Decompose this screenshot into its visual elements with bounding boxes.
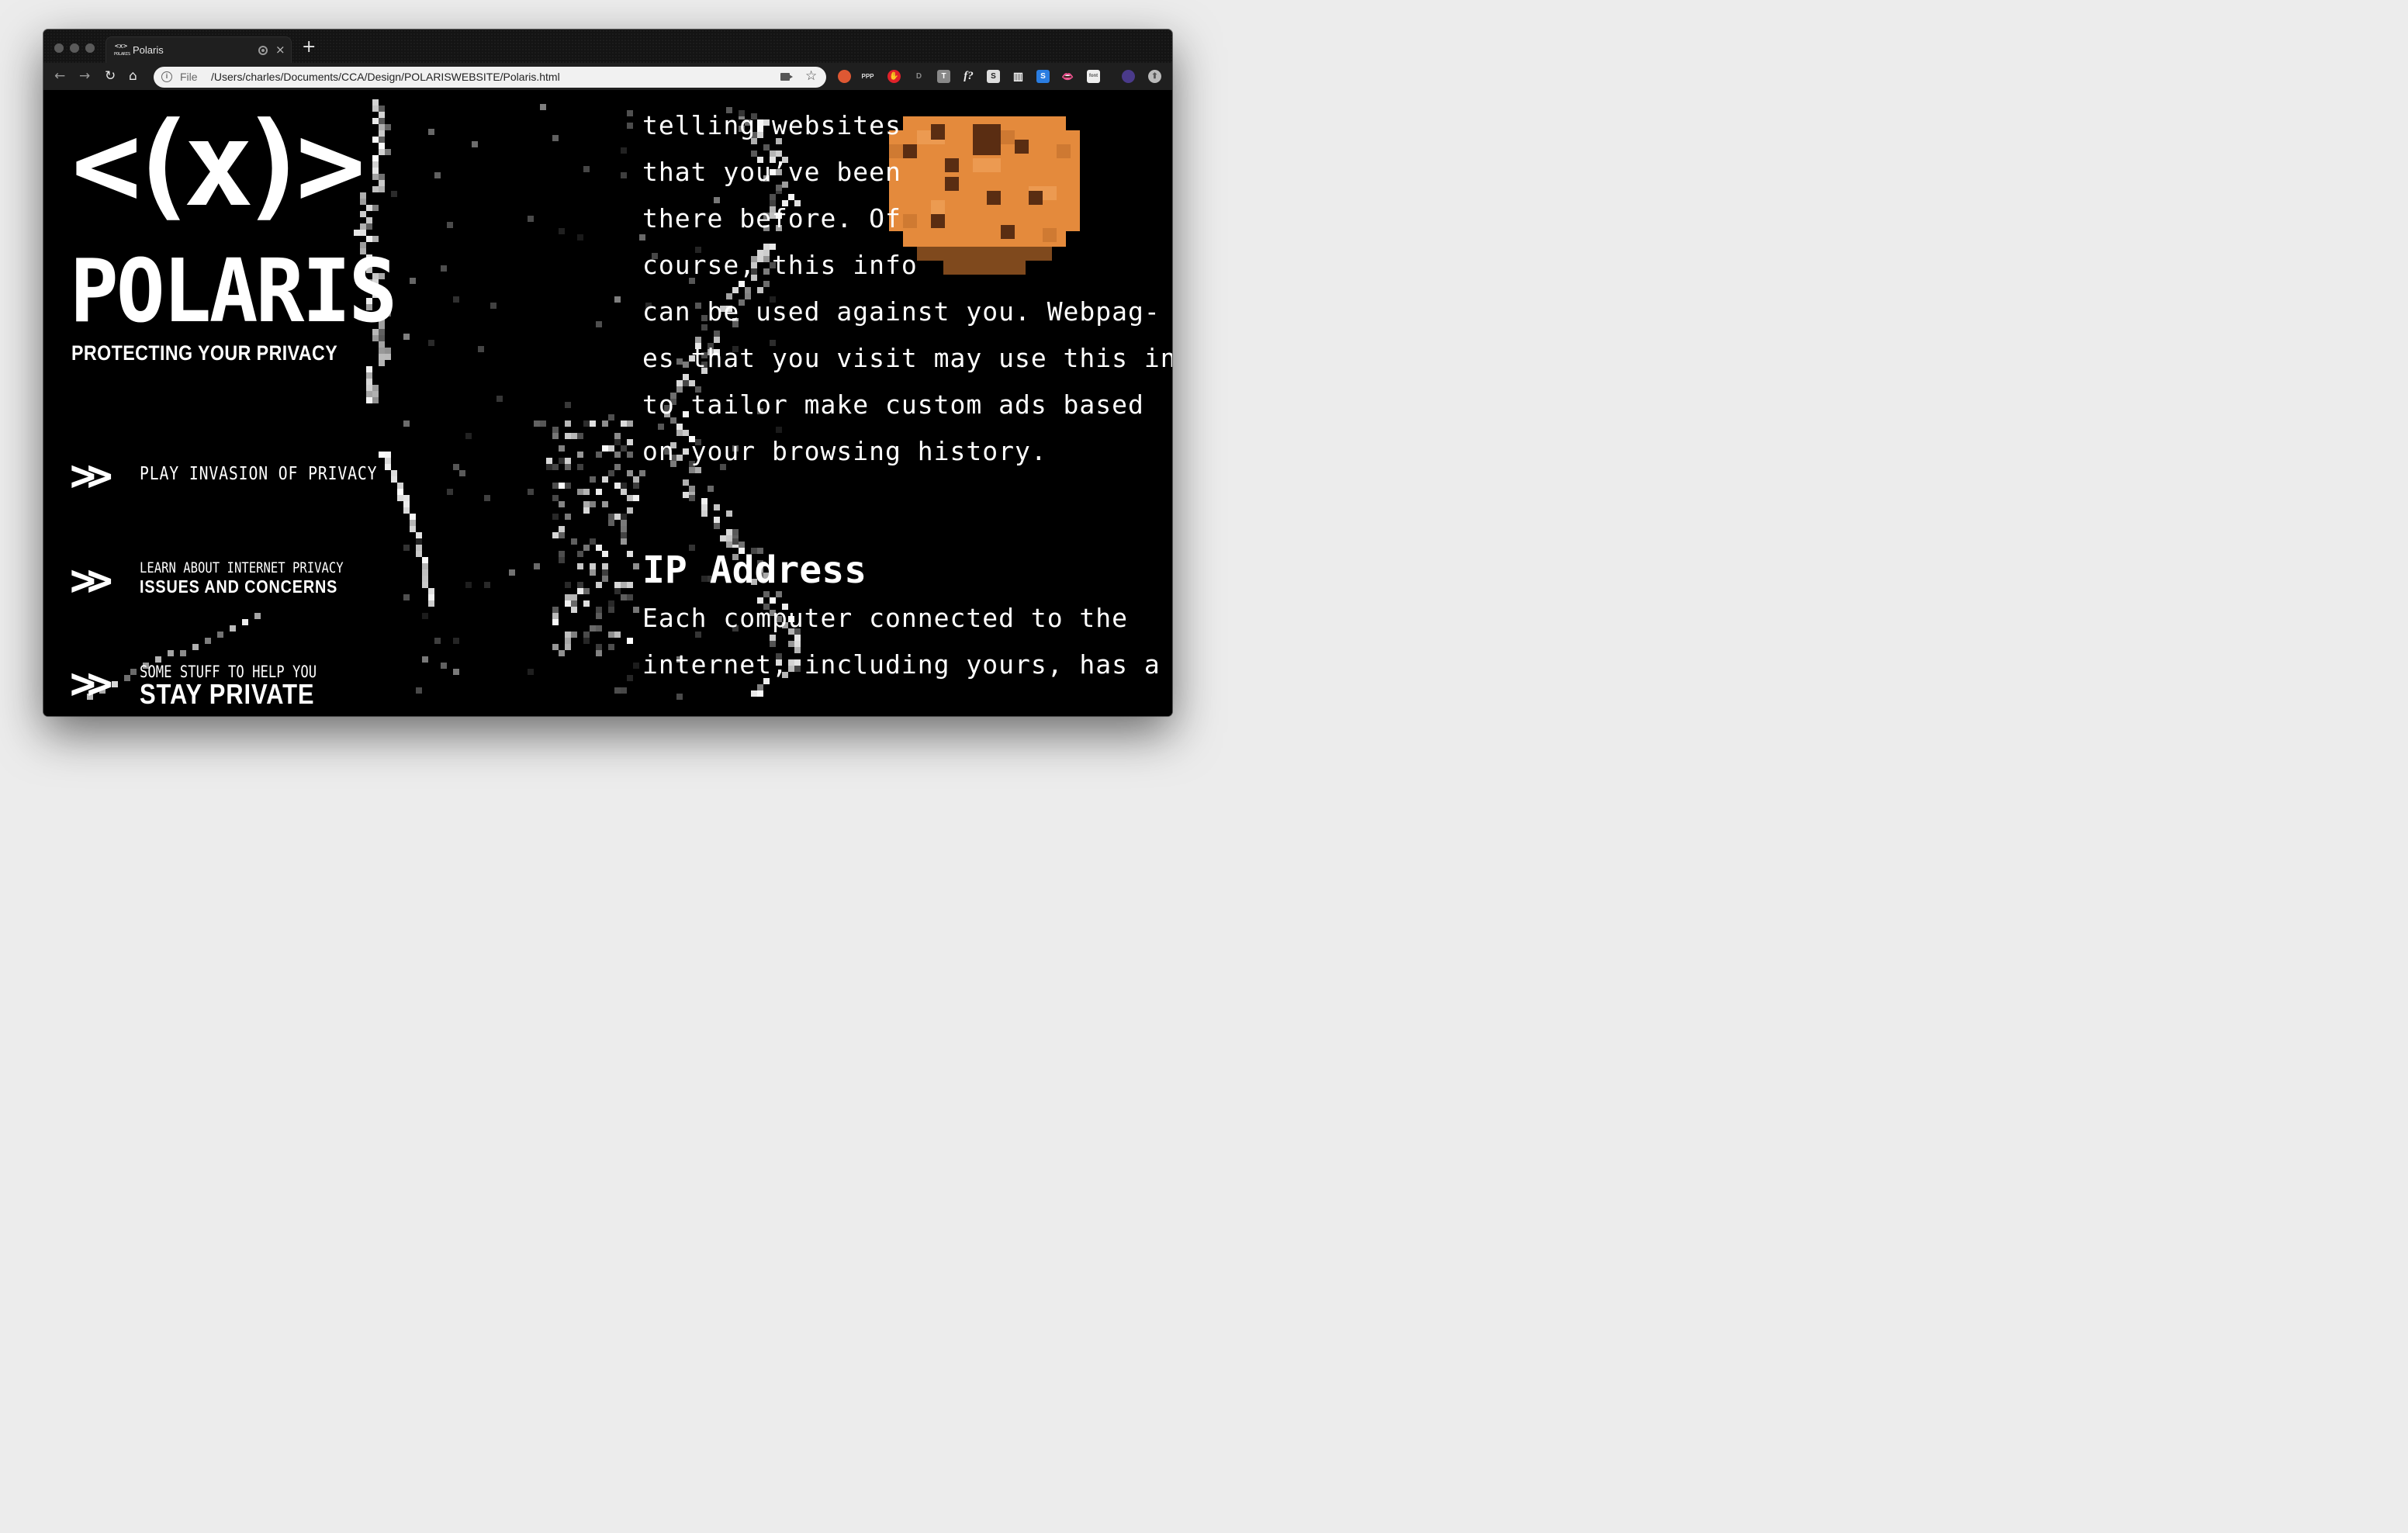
forward-arrow-icon[interactable]: → <box>79 68 90 84</box>
zoom-window-icon[interactable] <box>85 43 95 53</box>
address-bar[interactable]: i File /Users/charles/Documents/CCA/Desi… <box>154 67 826 88</box>
menu-label: PLAY INVASION OF PRIVACY <box>140 464 378 484</box>
paragraph-line: can be used against you. Webpag- <box>642 296 1161 327</box>
back-arrow-icon[interactable]: ← <box>54 68 65 84</box>
lips-icon[interactable]: 👄 <box>1061 70 1074 83</box>
ext-box-icon[interactable]: font <box>1087 70 1100 83</box>
paragraph-line: to tailor make custom ads based <box>642 389 1144 420</box>
chevron-right-icon: >> <box>70 659 113 709</box>
paragraph-line: es that you visit may use this info <box>642 343 1172 373</box>
paragraph-line: there before. Of <box>642 203 901 234</box>
menu-learn-privacy[interactable]: >> LEARN ABOUT INTERNET PRIVACY ISSUES A… <box>70 559 349 606</box>
duckduckgo-icon[interactable] <box>838 70 851 83</box>
paragraph-line: Each computer connected to the <box>642 603 1129 633</box>
title-bar: <x> POLARIS Polaris × + <box>43 29 1172 63</box>
minimize-window-icon[interactable] <box>70 43 79 53</box>
menu-stay-private[interactable]: >> SOME STUFF TO HELP YOU STAY PRIVATE <box>70 659 349 711</box>
menu-label: STAY PRIVATE <box>140 678 315 710</box>
logo-symbol: <(x)> <box>71 98 366 233</box>
polaris-logo-mark: <(x)> <box>71 107 366 223</box>
tab-close-icon[interactable]: × <box>275 43 285 57</box>
reload-icon[interactable]: ↻ <box>105 68 116 84</box>
paragraph-line: internet, including yours, has a <box>642 649 1161 680</box>
reader-icon[interactable]: ▥ <box>1012 70 1025 83</box>
home-icon[interactable]: ⌂ <box>129 68 137 84</box>
menu-label: ISSUES AND CONCERNS <box>140 576 338 597</box>
text-t-icon[interactable]: T <box>937 70 950 83</box>
paragraph-line: on your browsing history. <box>642 436 1047 466</box>
tab-polaris[interactable]: <x> POLARIS Polaris × <box>106 36 292 63</box>
avatar-icon[interactable] <box>1122 70 1135 83</box>
window-controls <box>54 43 95 53</box>
page-content: <(x)> POLARIS PROTECTING YOUR PRIVACY >>… <box>43 92 1172 716</box>
extension-d-icon[interactable]: D <box>912 70 925 83</box>
camera-icon[interactable] <box>780 73 793 81</box>
toolbar: ← → ↻ ⌂ i File /Users/charles/Documents/… <box>43 63 1172 91</box>
ppp-icon[interactable]: PPP <box>861 70 874 83</box>
site-tagline: PROTECTING YOUR PRIVACY <box>71 341 338 365</box>
url-scheme: File <box>180 71 198 83</box>
menu-label-small: LEARN ABOUT INTERNET PRIVACY <box>140 559 344 576</box>
tab-title: Polaris <box>133 44 164 56</box>
browser-window: <x> POLARIS Polaris × + ← → ↻ ⌂ i File /U… <box>43 29 1172 716</box>
cookie-pixel-art <box>889 116 1080 275</box>
chevron-right-icon: >> <box>70 451 113 501</box>
adblock-icon[interactable]: ✋ <box>887 70 901 83</box>
whatfont-icon[interactable]: f? <box>962 70 975 83</box>
s-blue-icon[interactable]: S <box>1036 70 1050 83</box>
ip-address-heading: IP Address <box>642 548 867 592</box>
bookmark-star-icon[interactable]: ☆ <box>805 68 817 84</box>
media-recording-icon <box>258 46 268 55</box>
polaris-favicon-icon: <x> POLARIS <box>114 43 131 57</box>
s-icon[interactable]: S <box>987 70 1000 83</box>
menu-icon[interactable]: ⬆ <box>1148 70 1161 83</box>
chevron-right-icon: >> <box>70 555 113 606</box>
url-text[interactable]: /Users/charles/Documents/CCA/Design/POLA… <box>211 71 560 83</box>
paragraph-line: course, this info <box>642 250 918 280</box>
site-title: POLARIS <box>70 241 397 342</box>
paragraph-line: that you’ve been <box>642 157 901 187</box>
new-tab-button[interactable]: + <box>302 39 316 56</box>
info-icon[interactable]: i <box>161 71 172 82</box>
menu-play-invasion[interactable]: >> PLAY INVASION OF PRIVACY <box>70 451 377 501</box>
paragraph-line: telling websites <box>642 110 901 140</box>
close-window-icon[interactable] <box>54 43 64 53</box>
